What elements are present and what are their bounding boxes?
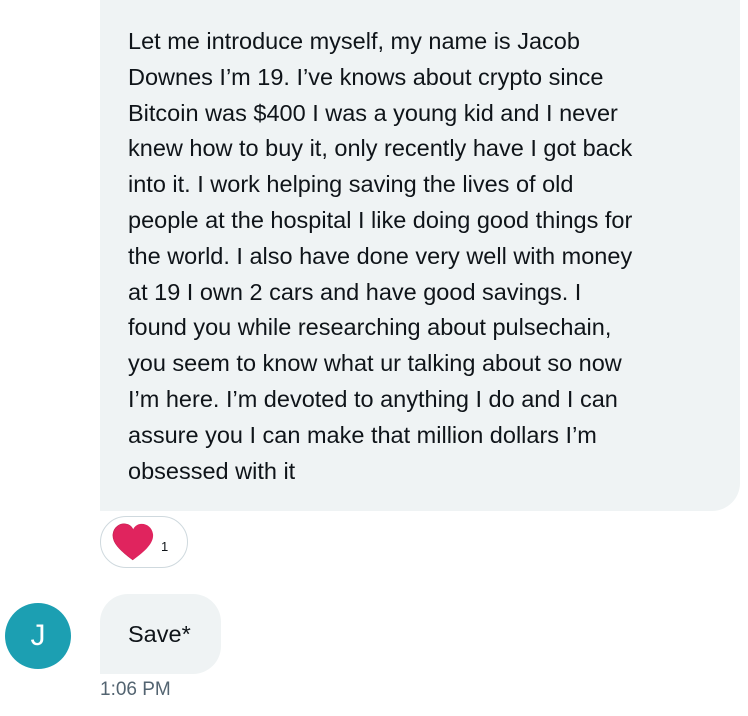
- message-bubble: Let me introduce myself, my name is Jaco…: [100, 0, 740, 511]
- avatar-initial: J: [30, 619, 46, 652]
- message-text: Let me introduce myself, my name is Jaco…: [128, 28, 633, 484]
- reaction-pill[interactable]: 1: [100, 516, 188, 568]
- message-bubble: Save*: [100, 594, 221, 674]
- reaction-count: 1: [161, 538, 169, 554]
- avatar[interactable]: J: [5, 603, 71, 669]
- heart-icon: [112, 523, 154, 561]
- message-text: Save*: [128, 620, 191, 647]
- message-timestamp: 1:06 PM: [100, 679, 171, 700]
